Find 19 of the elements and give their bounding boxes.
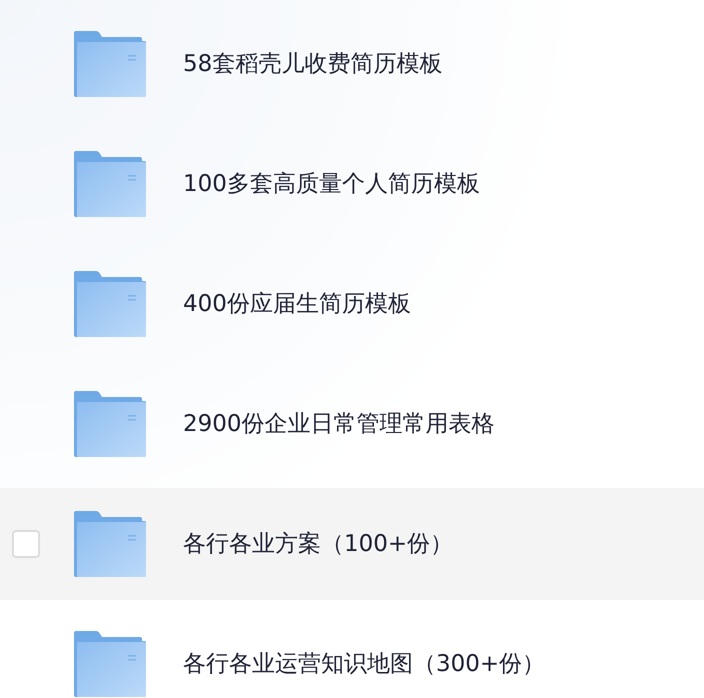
folder-name: 100多套高质量个人简历模板 — [183, 170, 480, 199]
folder-icon — [74, 271, 146, 337]
folder-name: 各行各业运营知识地图（300+份） — [183, 650, 546, 679]
folder-name: 2900份企业日常管理常用表格 — [183, 410, 495, 439]
folder-row[interactable]: 58套稻壳儿收费简历模板 — [0, 8, 704, 120]
folder-row[interactable]: 各行各业运营知识地图（300+份） — [0, 608, 704, 698]
folder-icon — [74, 31, 146, 97]
folder-name: 400份应届生简历模板 — [183, 290, 411, 319]
folder-name: 各行各业方案（100+份） — [183, 530, 454, 559]
checkbox[interactable] — [12, 530, 40, 558]
folder-icon — [74, 511, 146, 577]
folder-row[interactable]: 各行各业方案（100+份） — [0, 488, 704, 600]
folder-icon — [74, 631, 146, 697]
folder-icon — [74, 151, 146, 217]
folder-row[interactable]: 2900份企业日常管理常用表格 — [0, 368, 704, 480]
folder-row[interactable]: 400份应届生简历模板 — [0, 248, 704, 360]
folder-icon — [74, 391, 146, 457]
folder-name: 58套稻壳儿收费简历模板 — [183, 50, 442, 79]
folder-row[interactable]: 100多套高质量个人简历模板 — [0, 128, 704, 240]
